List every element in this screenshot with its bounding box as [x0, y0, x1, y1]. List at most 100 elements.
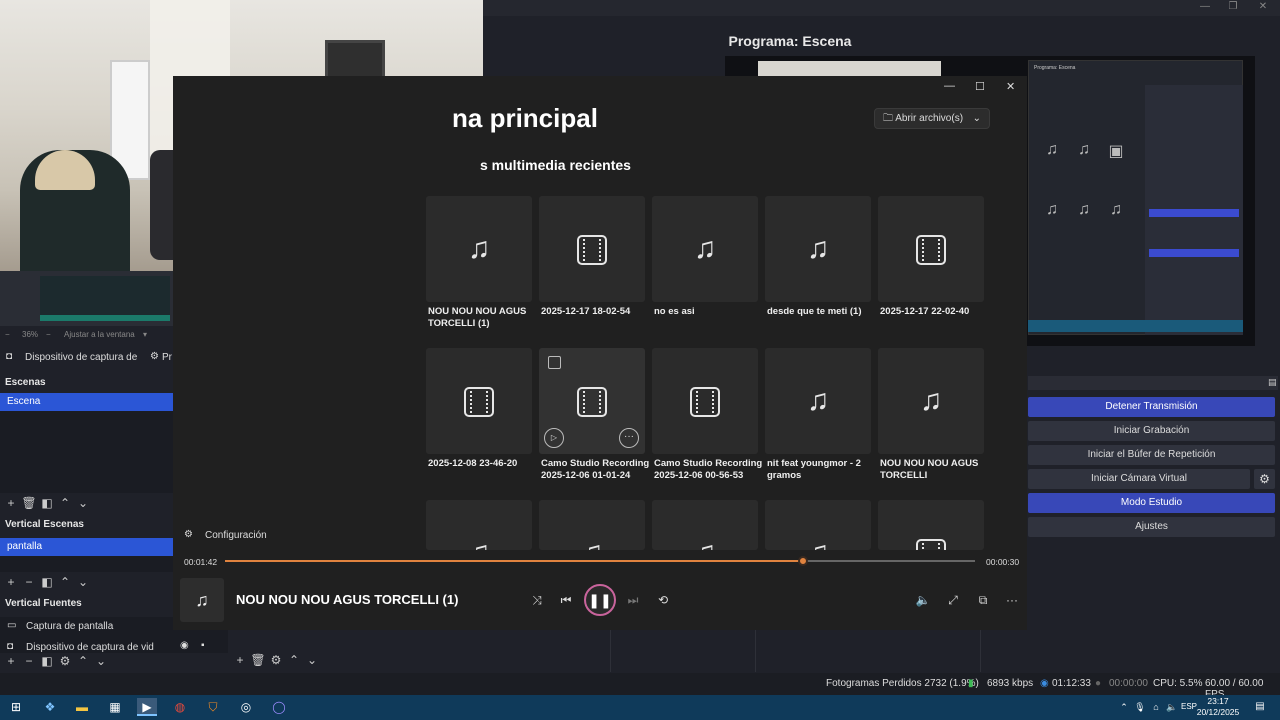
now-playing-title: NOU NOU NOU AGUS TORCELLI (1)	[236, 592, 459, 607]
gear-icon[interactable]: ⚙	[56, 654, 74, 668]
windows-start-icon[interactable]: ⊞	[6, 698, 26, 716]
folder-icon[interactable]: ▬	[72, 698, 92, 716]
filter-icon[interactable]: ◧	[38, 575, 56, 589]
media-tile[interactable]	[426, 348, 532, 454]
media-tile[interactable]: ♫	[426, 196, 532, 302]
up-icon[interactable]: ⌃	[56, 575, 74, 589]
brave-icon[interactable]: ⛉	[203, 698, 223, 716]
studio-mode-button[interactable]: Modo Estudio	[1028, 493, 1275, 513]
source-item[interactable]: Dispositivo de captura de video	[26, 642, 154, 654]
obs-icon[interactable]: ◎	[236, 698, 256, 716]
up-icon[interactable]: ⌃	[74, 654, 92, 668]
properties-button[interactable]: Pr	[162, 352, 172, 363]
eye-icon[interactable]: ◉	[180, 640, 189, 651]
chrome-icon[interactable]: ◍	[170, 698, 190, 716]
media-tile[interactable]	[878, 196, 984, 302]
source-item[interactable]: Captura de pantalla	[26, 621, 113, 632]
mixer-column	[755, 630, 980, 672]
seek-thumb[interactable]	[797, 556, 808, 566]
filter-icon[interactable]: ◧	[38, 654, 56, 668]
minimize-icon[interactable]: —	[1190, 0, 1220, 16]
open-file-button[interactable]: 🗀 Abrir archivo(s) ⌄	[874, 108, 990, 129]
add-icon[interactable]: +	[2, 654, 20, 668]
gear-icon[interactable]: ⚙	[1254, 469, 1275, 489]
media-tile[interactable]: ♫	[426, 500, 532, 550]
close-icon[interactable]: ✕	[1006, 80, 1015, 93]
miniplayer-icon[interactable]: ⧉	[973, 591, 993, 609]
seek-progress	[225, 560, 803, 562]
play-icon[interactable]: ▷	[544, 428, 564, 448]
lock-icon[interactable]: ▪	[201, 640, 205, 651]
media-tile[interactable]: ♫	[652, 500, 758, 550]
trash-icon[interactable]: 🗑	[249, 653, 267, 667]
copilot-icon[interactable]: ❖	[40, 698, 60, 716]
repeat-off-icon[interactable]: ⟲	[653, 591, 673, 609]
media-player-icon[interactable]: ▶	[137, 698, 157, 716]
tile-caption: nit feat youngmor - 2 gramos	[767, 458, 861, 481]
replay-buffer-button[interactable]: Iniciar el Búfer de Repetición	[1028, 445, 1275, 465]
program-nested-panel	[1145, 85, 1243, 335]
trash-icon[interactable]: 🗑	[20, 496, 38, 510]
zoom-minus[interactable]: −	[5, 330, 10, 339]
dock-menu-icon[interactable]: ▤	[1268, 377, 1277, 388]
remove-icon[interactable]: −	[20, 654, 38, 668]
media-tile[interactable]: ♫	[765, 348, 871, 454]
previous-icon[interactable]: ⏮	[556, 591, 576, 609]
zoom-plus[interactable]: −	[46, 330, 51, 339]
media-tile[interactable]	[878, 500, 984, 550]
shuffle-icon[interactable]: ⤨	[527, 591, 547, 609]
media-tile[interactable]: ♫	[765, 500, 871, 550]
add-icon[interactable]: +	[2, 496, 20, 510]
settings-button[interactable]: Ajustes	[1028, 517, 1275, 537]
down-icon[interactable]: ⌄	[74, 575, 92, 589]
down-icon[interactable]: ⌄	[74, 496, 92, 510]
app-icon[interactable]: ◯	[269, 698, 289, 716]
media-tile[interactable]: ♫	[878, 348, 984, 454]
start-record-button[interactable]: Iniciar Grabación	[1028, 421, 1275, 441]
add-icon[interactable]: +	[231, 653, 249, 667]
down-icon[interactable]: ⌄	[303, 653, 321, 667]
scene-item[interactable]: Escena	[0, 393, 173, 411]
media-tile[interactable]	[539, 196, 645, 302]
minimize-icon[interactable]: —	[944, 80, 955, 92]
up-icon[interactable]: ⌃	[285, 653, 303, 667]
add-icon[interactable]: +	[2, 575, 20, 589]
maximize-icon[interactable]: ☐	[975, 80, 985, 93]
maximize-icon[interactable]: ❐	[1218, 0, 1248, 16]
next-icon[interactable]: ⏭	[623, 591, 643, 609]
virtual-cam-button[interactable]: Iniciar Cámara Virtual	[1028, 469, 1250, 489]
source-device-label: Dispositivo de captura de v	[25, 352, 137, 363]
clock[interactable]: 23:17 20/12/2025	[1195, 696, 1241, 718]
down-icon[interactable]: ⌄	[92, 654, 110, 668]
media-tile[interactable]	[652, 348, 758, 454]
nested-button	[1149, 209, 1239, 217]
music-icon: ♫	[806, 384, 830, 417]
gear-icon[interactable]: ⚙	[150, 351, 159, 362]
media-tile[interactable]: ♫	[765, 196, 871, 302]
recent-media-title: s multimedia recientes	[480, 157, 631, 173]
more-icon[interactable]: ···	[1002, 591, 1022, 609]
mini-music-icon: ♫	[1078, 201, 1090, 218]
filter-icon[interactable]: ◧	[38, 496, 56, 510]
media-tile[interactable]: ♫	[539, 500, 645, 550]
up-icon[interactable]: ⌃	[56, 496, 74, 510]
calculator-icon[interactable]: ▦	[105, 698, 125, 716]
settings-nav-item[interactable]: ⚙ Configuración	[173, 528, 413, 544]
remove-icon[interactable]: −	[20, 575, 38, 589]
film-icon	[878, 500, 984, 550]
current-time: 00:01:42	[184, 557, 218, 567]
volume-icon[interactable]: 🔈	[913, 591, 933, 609]
gear-icon[interactable]: ⚙	[267, 653, 285, 667]
vertical-scene-item[interactable]: pantalla	[0, 538, 173, 556]
fullscreen-icon[interactable]: ⤢	[943, 591, 963, 609]
close-icon[interactable]: ✕	[1248, 0, 1278, 16]
select-checkbox[interactable]	[548, 356, 561, 369]
chevron-down-icon[interactable]: ▾	[143, 330, 147, 339]
media-tile-hovered[interactable]: ▷ ···	[539, 348, 645, 454]
more-icon[interactable]: ···	[619, 428, 639, 448]
fit-window-select[interactable]: Ajustar a la ventana	[64, 330, 135, 339]
notification-icon[interactable]: ▤	[1250, 698, 1270, 716]
media-tile[interactable]: ♫	[652, 196, 758, 302]
stop-stream-button[interactable]: Detener Transmisión	[1028, 397, 1275, 417]
pause-button[interactable]: ❚❚	[584, 584, 616, 616]
